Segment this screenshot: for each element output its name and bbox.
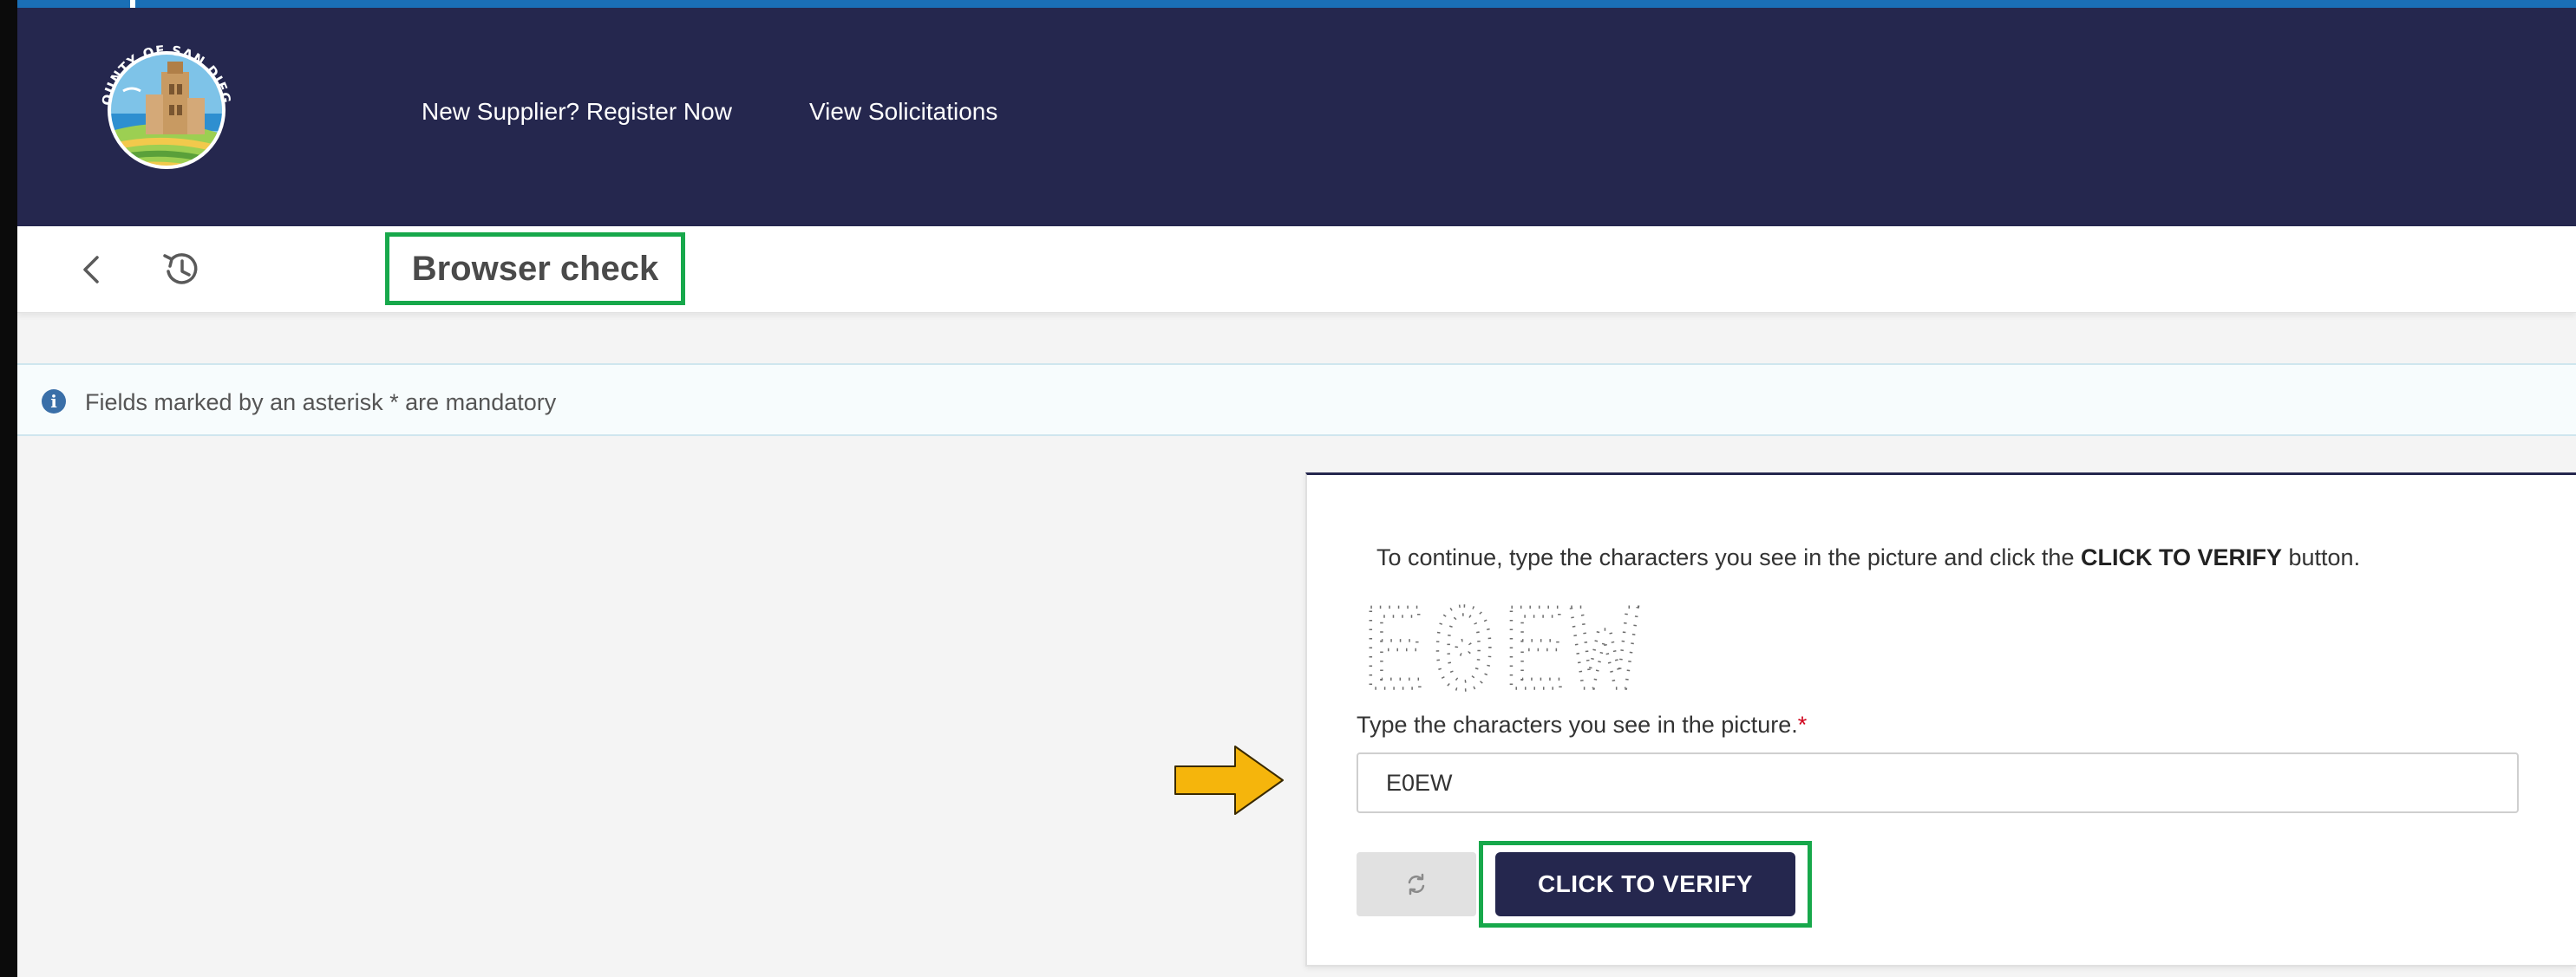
page-toolbar: Browser check — [17, 226, 2576, 313]
captcha-field-label: Type the characters you see in the pictu… — [1357, 712, 1807, 739]
instructions-text: To continue, type the characters you see… — [1376, 544, 2081, 570]
page-title: Browser check — [411, 249, 659, 288]
frame-left-border — [0, 0, 17, 977]
captcha-image: E0EW — [1358, 603, 1641, 699]
page-title-highlight: Browser check — [385, 232, 685, 305]
captcha-input[interactable] — [1357, 752, 2519, 813]
back-button[interactable] — [68, 245, 116, 294]
history-button[interactable] — [156, 244, 208, 296]
refresh-icon — [1408, 873, 1425, 896]
frame-top-strip — [0, 0, 2576, 8]
history-icon — [163, 253, 198, 284]
required-asterisk: * — [1797, 712, 1808, 738]
arrow-annotation-icon — [1174, 746, 1284, 815]
instructions-bold-text: CLICK TO VERIFY — [2080, 544, 2282, 570]
captcha-instructions: To continue, type the characters you see… — [1376, 544, 2360, 571]
app-window: COUNTY OF SAN DIEGO New Supplier? Regist… — [17, 8, 2576, 977]
captcha-panel: To continue, type the characters you see… — [1305, 472, 2576, 967]
nav-register-link[interactable]: New Supplier? Register Now — [422, 98, 732, 126]
captcha-image-text: E0EW — [1360, 603, 1641, 699]
chevron-left-icon — [83, 256, 99, 283]
refresh-captcha-button[interactable] — [1357, 852, 1476, 916]
info-icon: i — [42, 389, 66, 414]
info-text: Fields marked by an asterisk * are manda… — [85, 389, 557, 415]
field-label-text: Type the characters you see in the pictu… — [1357, 712, 1798, 738]
mandatory-fields-info-bar: i Fields marked by an asterisk * are man… — [17, 363, 2576, 436]
instructions-text-end: button. — [2282, 544, 2361, 570]
site-header: COUNTY OF SAN DIEGO New Supplier? Regist… — [17, 8, 2576, 226]
verify-button[interactable]: CLICK TO VERIFY — [1495, 852, 1795, 916]
county-seal-logo[interactable]: COUNTY OF SAN DIEGO — [88, 30, 245, 186]
nav-solicitations-link[interactable]: View Solicitations — [809, 98, 997, 126]
verify-button-highlight: CLICK TO VERIFY — [1479, 841, 1812, 928]
